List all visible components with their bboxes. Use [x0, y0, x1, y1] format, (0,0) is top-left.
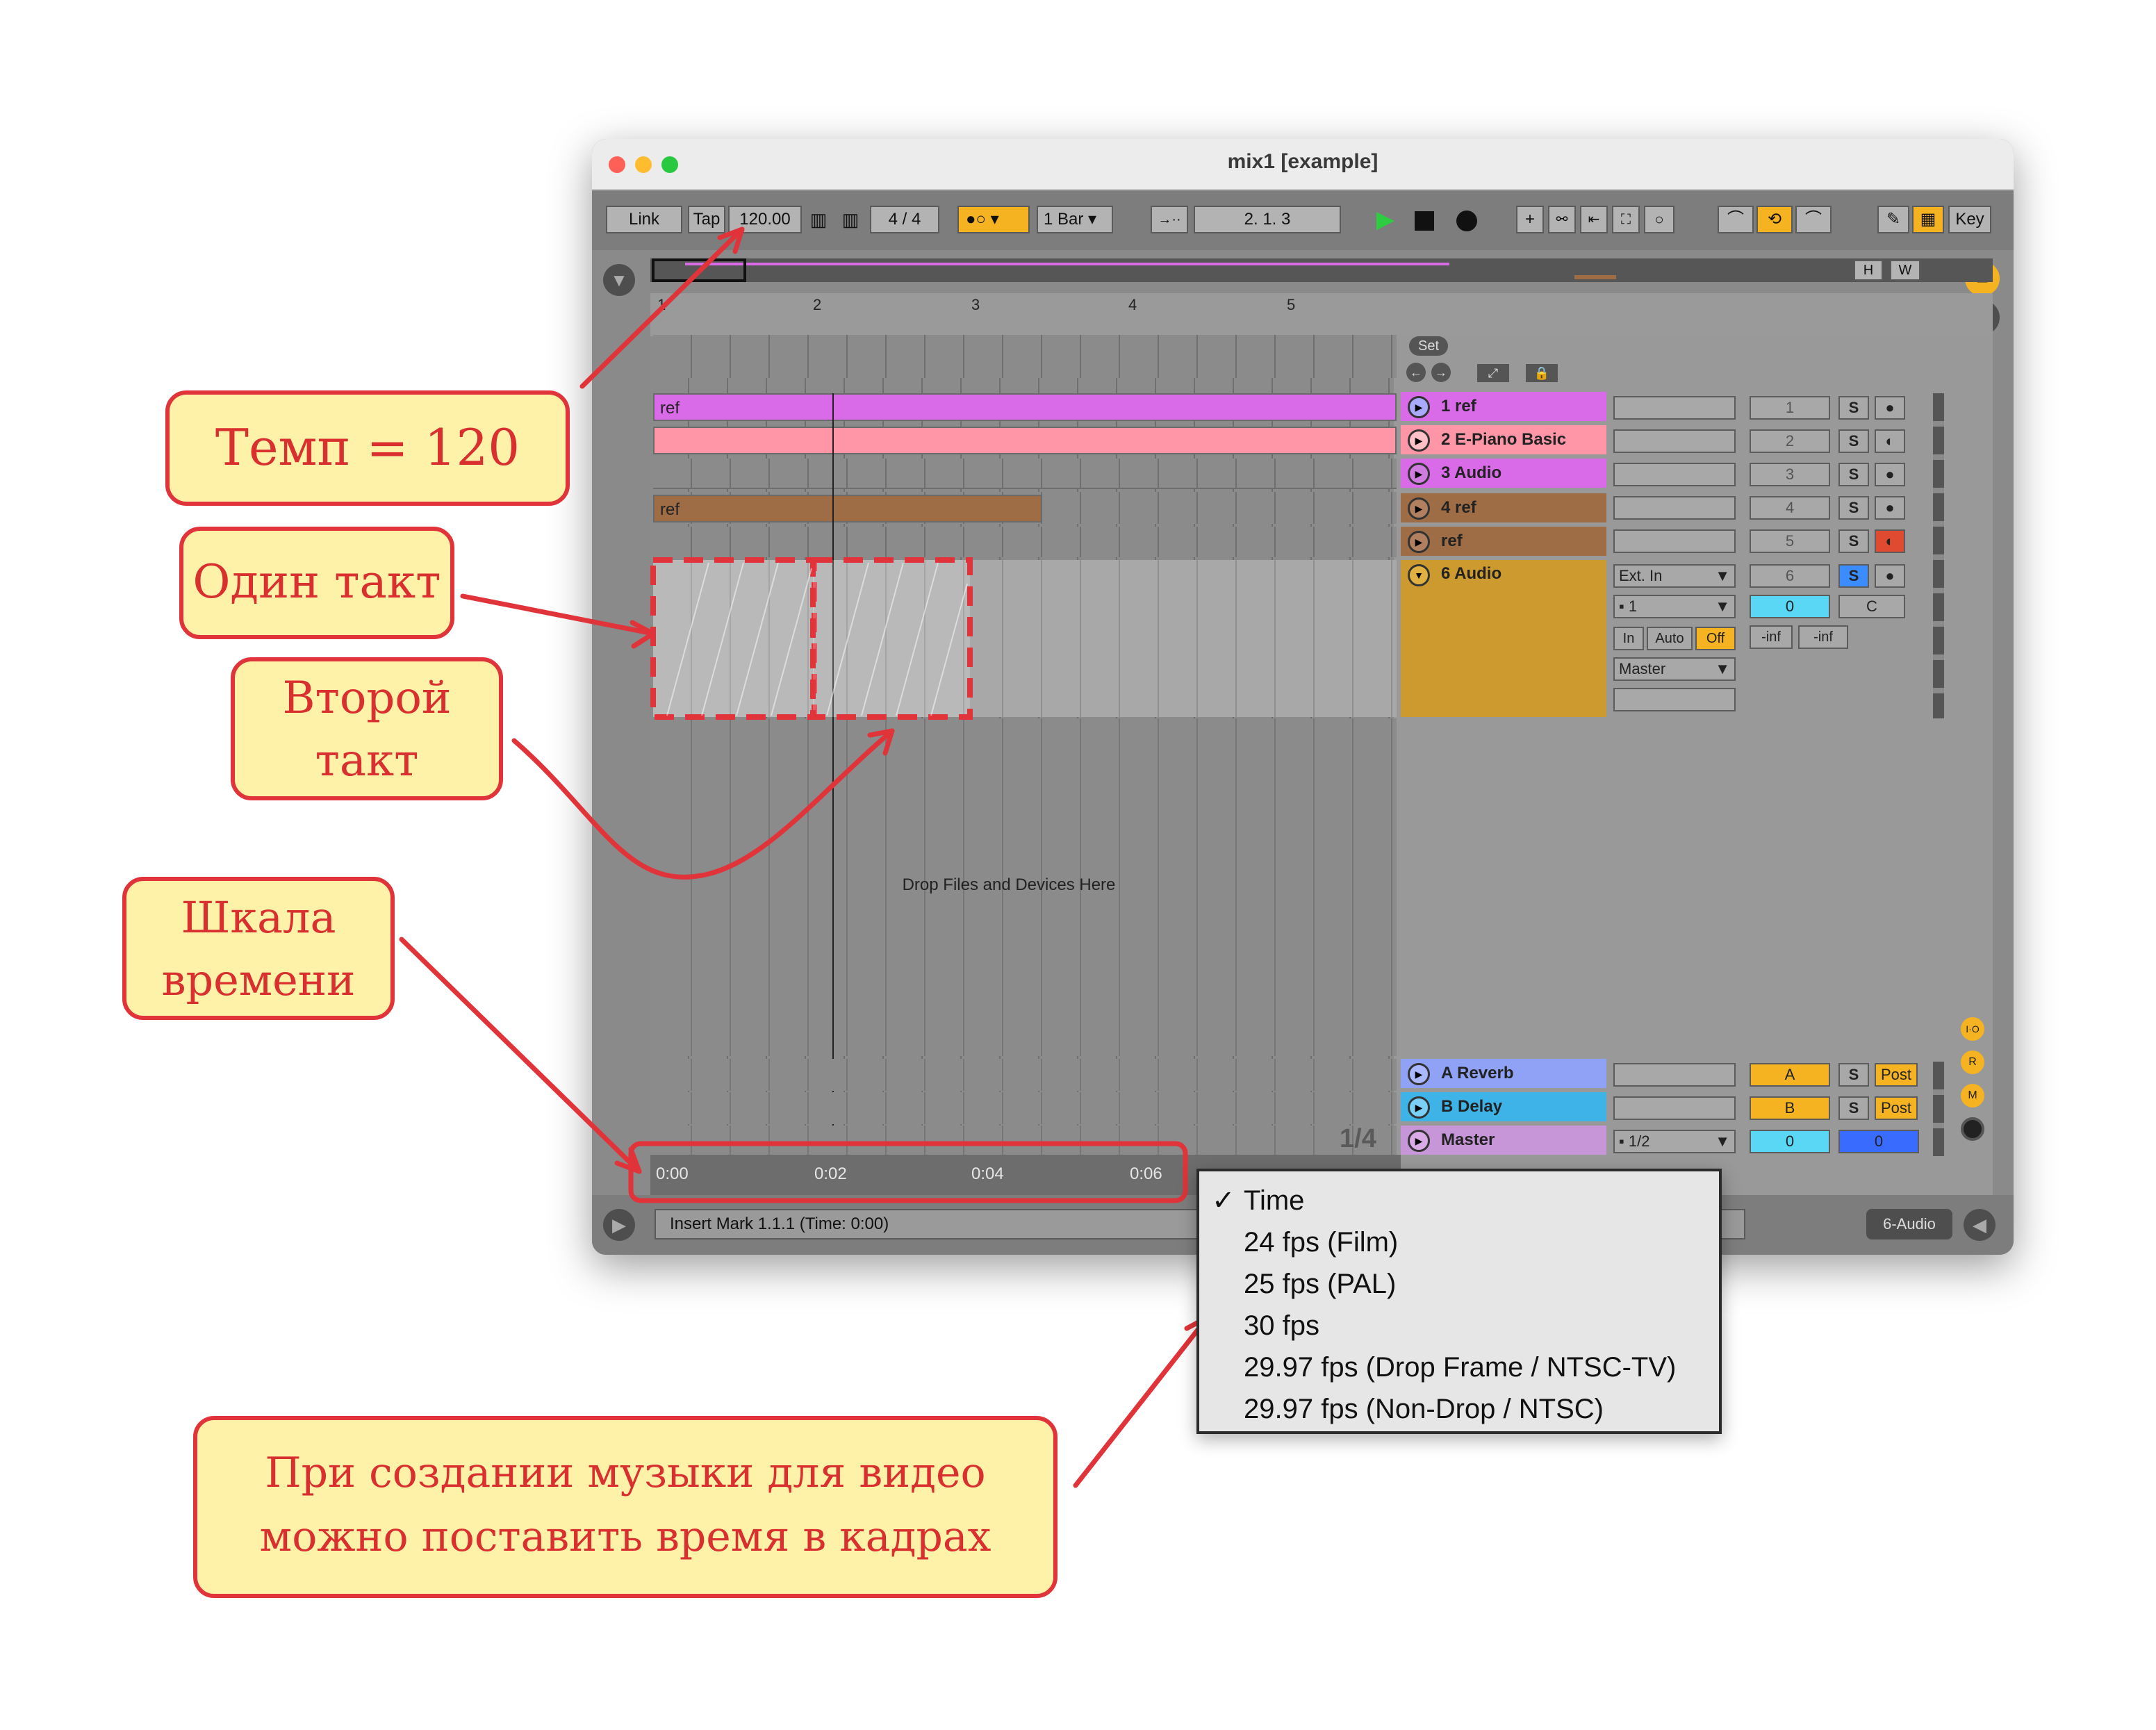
menu-item-time[interactable]: ✓ Time	[1199, 1180, 1719, 1221]
time-ruler-highlight	[628, 1141, 1188, 1203]
menu-item-30fps[interactable]: 30 fps	[1199, 1305, 1719, 1346]
second-bar-arrow	[511, 728, 895, 880]
bar-2-box	[810, 557, 973, 720]
note-second-bar-line1: Второй	[282, 673, 452, 724]
note-second-bar: Второй такт	[231, 657, 503, 800]
checkmark-icon: ✓	[1212, 1185, 1235, 1216]
note-tempo: Темп = 120	[165, 390, 570, 506]
fps-arrow	[1073, 1315, 1210, 1488]
tempo-arrow	[579, 226, 745, 389]
one-bar-arrowhead	[629, 620, 656, 649]
note-timeline-line1: Шкала	[181, 892, 336, 943]
time-format-menu: ✓ Time 24 fps (Film) 25 fps (PAL) 30 fps …	[1196, 1169, 1722, 1434]
note-timeline-line2: времени	[161, 955, 356, 1005]
menu-item-label: Time	[1244, 1185, 1305, 1216]
menu-item-25fps[interactable]: 25 fps (PAL)	[1199, 1263, 1719, 1305]
note-one-bar: Один такт	[179, 527, 454, 639]
note-video-line2: можно поставить время в кадрах	[259, 1513, 991, 1561]
note-timeline: Шкала времени	[122, 877, 395, 1020]
timeline-arrow	[399, 937, 642, 1174]
note-video: При создании музыки для видео можно пост…	[193, 1416, 1058, 1598]
menu-item-24fps[interactable]: 24 fps (Film)	[1199, 1221, 1719, 1263]
note-video-line1: При создании музыки для видео	[265, 1449, 986, 1497]
bar-1-box	[650, 557, 817, 720]
menu-item-2997-nondrop[interactable]: 29.97 fps (Non-Drop / NTSC)	[1199, 1388, 1719, 1430]
note-second-bar-line2: такт	[315, 735, 419, 786]
menu-item-2997-drop[interactable]: 29.97 fps (Drop Frame / NTSC-TV)	[1199, 1346, 1719, 1388]
one-bar-arrow	[460, 593, 656, 636]
